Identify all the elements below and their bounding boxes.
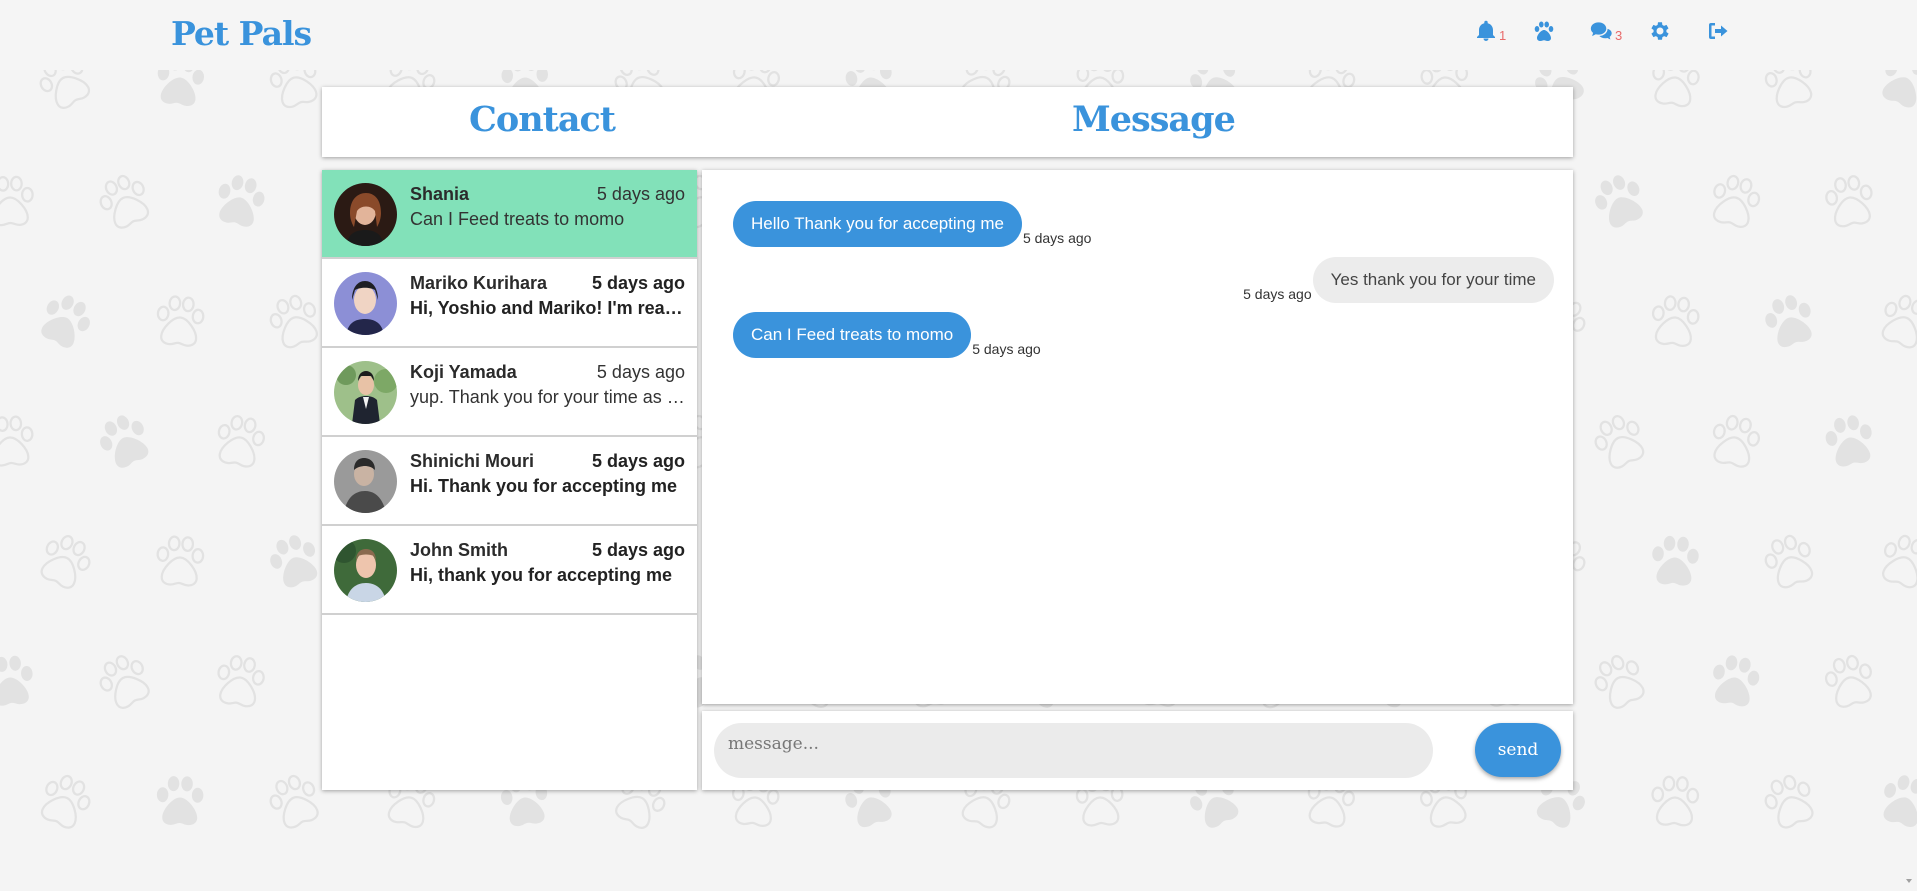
contact-item-mariko-kurihara[interactable]: Mariko Kurihara 5 days ago Hi, Yoshio an… bbox=[322, 259, 697, 348]
notifications-badge: 1 bbox=[1499, 27, 1507, 43]
paw-print-icon bbox=[1753, 70, 1828, 121]
message-input[interactable] bbox=[714, 723, 1433, 778]
paw-print-icon bbox=[1814, 405, 1885, 479]
paw-print-icon bbox=[85, 161, 166, 244]
paw-print-icon bbox=[84, 400, 166, 484]
contact-last-message: Hi. Thank you for accepting me bbox=[410, 476, 678, 496]
paw-print-icon bbox=[1865, 70, 1917, 123]
avatar bbox=[334, 361, 397, 424]
contact-last-message: Hi, thank you for accepting me bbox=[410, 565, 673, 585]
message-time: 5 days ago bbox=[1243, 286, 1312, 302]
bell-icon bbox=[1477, 20, 1495, 41]
contact-time: 5 days ago bbox=[596, 362, 685, 382]
message-row: Hello Thank you for accepting me 5 days … bbox=[733, 201, 1092, 247]
paw-print-icon bbox=[1641, 70, 1709, 118]
paw-print-icon bbox=[1700, 645, 1770, 718]
contact-item-shinichi-mouri[interactable]: Shinichi Mouri 5 days ago Hi. Thank you … bbox=[322, 437, 697, 526]
paw-print-icon bbox=[23, 70, 107, 125]
gear-icon bbox=[1651, 22, 1669, 40]
pets-button[interactable] bbox=[1532, 16, 1590, 46]
contact-time: 5 days ago bbox=[591, 540, 685, 560]
avatar bbox=[334, 450, 397, 513]
contact-name: Koji Yamada bbox=[410, 362, 517, 382]
avatar bbox=[334, 183, 397, 246]
scroll-down-arrow-icon[interactable] bbox=[1905, 877, 1913, 885]
contact-list: Shania 5 days ago Can I Feed treats to m… bbox=[322, 170, 697, 790]
notifications-button[interactable]: 1 bbox=[1474, 16, 1532, 46]
contact-last-message: Can I Feed treats to momo bbox=[410, 209, 625, 229]
paw-print-icon bbox=[1867, 522, 1917, 601]
contact-last-message: yup. Thank you for your time as well bbox=[410, 387, 685, 407]
message-composer: send bbox=[702, 711, 1573, 790]
paw-print-icon bbox=[1644, 769, 1706, 835]
paw-print-icon bbox=[23, 280, 106, 365]
paw-print-icon bbox=[1699, 404, 1771, 479]
paw-print-icon bbox=[1815, 166, 1884, 239]
contact-item-john-smith[interactable]: John Smith 5 days ago Hi, thank you for … bbox=[322, 526, 697, 615]
paw-print-icon bbox=[1643, 528, 1707, 596]
message-row: Can I Feed treats to momo 5 days ago bbox=[733, 312, 1042, 358]
avatar bbox=[334, 539, 397, 602]
contact-time: 5 days ago bbox=[591, 273, 685, 293]
avatar bbox=[334, 272, 397, 335]
paw-print-icon bbox=[1579, 640, 1662, 724]
paw-print-icon bbox=[204, 164, 277, 240]
contact-time: 5 days ago bbox=[591, 451, 685, 471]
paw-print-icon bbox=[204, 405, 275, 479]
contact-name: Shania bbox=[410, 184, 470, 204]
message-thread: Hello Thank you for accepting me 5 days … bbox=[702, 170, 1573, 704]
paw-print-icon bbox=[146, 70, 213, 117]
send-button[interactable]: send bbox=[1475, 723, 1561, 777]
chat-icon bbox=[1590, 22, 1612, 40]
message-bubble-sent: Can I Feed treats to momo bbox=[733, 312, 972, 358]
message-bubble-sent: Hello Thank you for accepting me bbox=[733, 201, 1022, 247]
paw-print-icon bbox=[0, 648, 43, 717]
paw-print-icon bbox=[1867, 763, 1917, 841]
messages-badge: 3 bbox=[1615, 27, 1623, 43]
contact-item-shania[interactable]: Shania 5 days ago Can I Feed treats to m… bbox=[322, 170, 697, 259]
chat-header: Contact Message bbox=[322, 87, 1573, 157]
contact-name: John Smith bbox=[410, 540, 508, 560]
paw-print-icon bbox=[1579, 400, 1660, 483]
paw-print-icon bbox=[0, 169, 41, 234]
contact-name: Shinichi Mouri bbox=[410, 451, 534, 471]
nav-icons: 1 3 bbox=[1474, 16, 1764, 46]
logout-button[interactable] bbox=[1706, 16, 1764, 46]
contact-item-koji-yamada[interactable]: Koji Yamada 5 days ago yup. Thank you fo… bbox=[322, 348, 697, 437]
paw-print-icon bbox=[1698, 164, 1772, 241]
paw-print-icon bbox=[1642, 287, 1708, 357]
contact-heading: Contact bbox=[469, 99, 616, 140]
settings-button[interactable] bbox=[1648, 16, 1706, 46]
paw-print-icon bbox=[149, 769, 210, 834]
message-time: 5 days ago bbox=[972, 341, 1041, 357]
contact-name: Mariko Kurihara bbox=[410, 273, 548, 293]
contact-last-message: Hi, Yoshio and Mariko! I'm ready bbox=[410, 298, 685, 318]
paw-print-icon bbox=[205, 646, 274, 719]
paw-print-icon bbox=[1814, 644, 1887, 720]
message-time: 5 days ago bbox=[1022, 230, 1092, 246]
messages-button[interactable]: 3 bbox=[1590, 16, 1648, 46]
paw-print-icon bbox=[83, 640, 166, 725]
contact-time: 5 days ago bbox=[596, 184, 685, 204]
app-logo[interactable]: Pet Pals bbox=[171, 14, 312, 53]
paw-print-icon bbox=[1751, 522, 1829, 602]
top-navbar: Pet Pals 1 3 bbox=[0, 0, 1917, 70]
paw-print-icon bbox=[24, 520, 106, 604]
paw-icon bbox=[1534, 21, 1554, 41]
paw-print-icon bbox=[0, 408, 42, 475]
paw-print-icon bbox=[1866, 282, 1917, 363]
paw-print-icon bbox=[25, 761, 106, 844]
message-heading: Message bbox=[1072, 99, 1236, 140]
message-bubble-received: Yes thank you for your time bbox=[1312, 257, 1554, 303]
paw-print-icon bbox=[148, 528, 211, 595]
paw-print-icon bbox=[147, 288, 212, 357]
message-row: 5 days ago Yes thank you for your time bbox=[1242, 257, 1554, 303]
sign-out-icon bbox=[1709, 23, 1728, 39]
paw-print-icon bbox=[1580, 161, 1660, 243]
paw-print-icon bbox=[1751, 761, 1830, 842]
paw-print-icon bbox=[1752, 283, 1828, 362]
